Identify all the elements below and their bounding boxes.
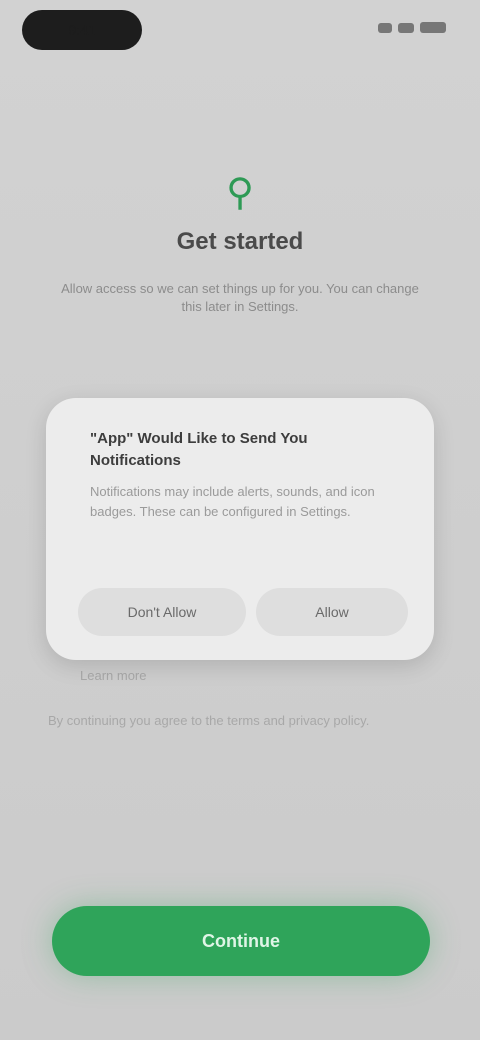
learn-more-link[interactable]: Learn more [80, 668, 230, 683]
allow-button[interactable]: Allow [256, 588, 408, 636]
permission-dialog: "App" Would Like to Send You Notificatio… [46, 398, 434, 660]
dialog-title: "App" Would Like to Send You Notificatio… [90, 430, 308, 469]
dialog-body: Notifications may include alerts, sounds… [90, 484, 375, 519]
continue-button[interactable]: Continue [52, 906, 430, 976]
status-icons [378, 22, 446, 33]
terms-text: By continuing you agree to the terms and… [48, 713, 370, 728]
dont-allow-button[interactable]: Don't Allow [78, 588, 246, 636]
status-time: 9:41 [22, 10, 142, 50]
app-screen: 9:41 ⚲ Get started Allow access so we ca… [0, 0, 480, 1040]
signal-icon [378, 22, 392, 33]
page-subtitle: Allow access so we can set things up for… [61, 281, 419, 314]
app-logo-icon: ⚲ [226, 172, 254, 214]
wifi-icon [398, 22, 414, 33]
page-title: Get started [176, 228, 304, 255]
battery-icon [420, 22, 446, 33]
